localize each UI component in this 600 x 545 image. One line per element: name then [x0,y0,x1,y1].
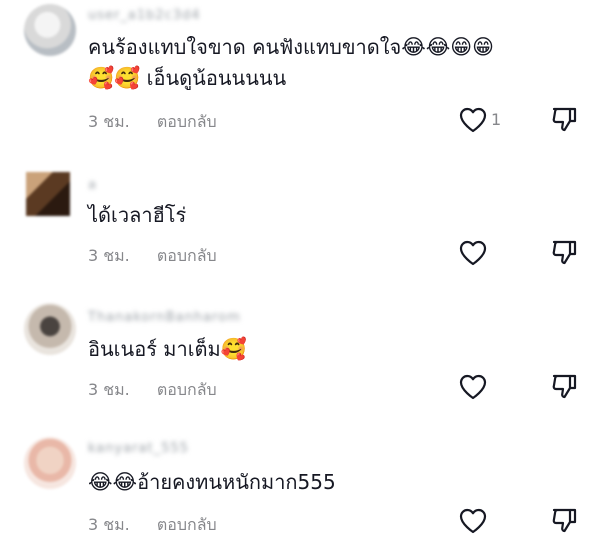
comment-time: 3 ชม. [88,515,130,534]
comment-text-line1: คนร้องแทบใจขาด คนฟังแทบขาดใจ [88,35,402,59]
comment-text: ได้เวลาฮีโร่ [88,200,186,230]
comment-meta: 3 ชม. ตอบกลับ [88,110,217,135]
comment-emojis: 🥰 [220,337,247,361]
thumbs-down-outline-icon[interactable] [551,507,577,533]
thumbs-down-outline-icon[interactable] [551,373,577,399]
reply-button[interactable]: ตอบกลับ [157,515,217,534]
comment-text-line1: ได้เวลาฮีโร่ [88,203,187,227]
comment-emojis: 😂😂😁😁 [401,35,495,59]
comment-time: 3 ชม. [88,112,130,131]
like-count: 1 [491,110,502,129]
comment-text-line1: อ้ายคงทนหนักมาก555 [137,470,336,494]
avatar[interactable] [24,437,76,489]
comment-username[interactable]: ล [88,174,97,193]
comment-username[interactable]: user_a1b2c3d4 [88,8,201,23]
thumbs-down-outline-icon[interactable] [551,106,577,132]
comment-text-line1: อินเนอร์ มาเต็ม [88,337,221,361]
comment-time: 3 ชม. [88,380,130,399]
comment-emojis: 😂😂 [88,470,138,494]
heart-outline-icon[interactable] [459,107,487,133]
heart-outline-icon[interactable] [459,508,487,534]
reply-button[interactable]: ตอบกลับ [157,246,217,265]
heart-outline-icon[interactable] [459,374,487,400]
comment-text: 😂😂อ้ายคงทนหนักมาก555 [88,467,336,497]
reply-button[interactable]: ตอบกลับ [157,380,217,399]
comment-text-second-line: 🥰🥰 เอ็นดูน้อนนนนน [88,63,286,93]
comment-text: อินเนอร์ มาเต็ม🥰 [88,334,247,364]
avatar[interactable] [24,303,76,355]
comment-meta: 3 ชม. ตอบกลับ [88,378,217,403]
comment-text-line2: เอ็นดูน้อนนนนน [140,66,287,90]
avatar[interactable] [24,4,76,56]
comment-username[interactable]: ThanakornBanharom [88,310,241,325]
avatar[interactable] [26,172,70,216]
heart-outline-icon[interactable] [459,240,487,266]
thumbs-down-outline-icon[interactable] [551,239,577,265]
comment-text: คนร้องแทบใจขาด คนฟังแทบขาดใจ😂😂😁😁 [88,32,494,62]
comment-time: 3 ชม. [88,246,130,265]
comment-username[interactable]: kanyarat_555 [88,441,189,456]
comment-emojis: 🥰🥰 [88,66,141,90]
comment-meta: 3 ชม. ตอบกลับ [88,244,217,269]
reply-button[interactable]: ตอบกลับ [157,112,217,131]
comment-meta: 3 ชม. ตอบกลับ [88,513,217,538]
